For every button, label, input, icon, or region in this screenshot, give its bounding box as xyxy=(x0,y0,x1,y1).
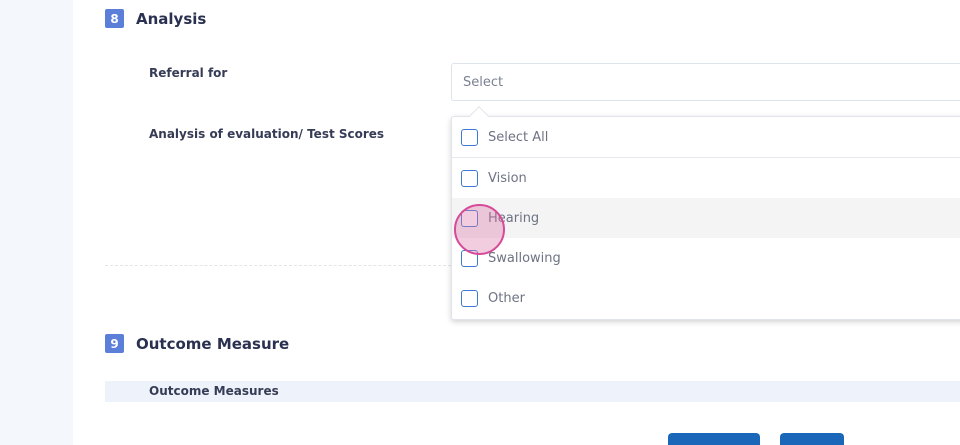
option-swallowing[interactable]: Swallowing xyxy=(452,238,960,278)
analysis-label: Analysis of evaluation/ Test Scores xyxy=(149,127,385,141)
option-label: Swallowing xyxy=(488,250,561,266)
option-hearing[interactable]: Hearing xyxy=(452,198,960,238)
option-other[interactable]: Other xyxy=(452,278,960,318)
option-vision[interactable]: Vision xyxy=(452,158,960,198)
main-content: 8 Analysis Referral for Select Analysis … xyxy=(73,0,960,445)
section-title: Outcome Measure xyxy=(136,334,290,353)
section-analysis-header: 8 Analysis xyxy=(105,9,206,28)
referral-dropdown: Select All Vision Hearing Swallowing Oth… xyxy=(451,106,960,320)
section-title: Analysis xyxy=(136,9,207,28)
section-number-badge: 8 xyxy=(105,9,124,28)
option-label: Vision xyxy=(488,170,527,186)
option-select-all[interactable]: Select All xyxy=(452,117,960,157)
checkbox-other[interactable] xyxy=(461,289,478,307)
outcome-measures-table-header: Outcome Measures xyxy=(105,381,960,402)
option-label: Hearing xyxy=(488,210,540,226)
checkbox-hearing[interactable] xyxy=(461,209,478,227)
checkbox-vision[interactable] xyxy=(461,169,478,187)
referral-select[interactable]: Select xyxy=(451,63,960,101)
checkbox-select-all[interactable] xyxy=(461,128,478,146)
section-outcome-header: 9 Outcome Measure xyxy=(105,334,289,353)
referral-select-placeholder: Select xyxy=(463,75,504,90)
outcome-measures-column-header: Outcome Measures xyxy=(149,384,279,398)
section-number-badge: 9 xyxy=(105,334,124,353)
secondary-button[interactable] xyxy=(780,433,844,445)
primary-button[interactable] xyxy=(668,433,760,445)
option-label: Select All xyxy=(488,129,549,145)
checkbox-swallowing[interactable] xyxy=(461,249,478,267)
option-label: Other xyxy=(488,290,525,306)
referral-label: Referral for xyxy=(149,66,228,80)
section-divider xyxy=(105,265,451,266)
